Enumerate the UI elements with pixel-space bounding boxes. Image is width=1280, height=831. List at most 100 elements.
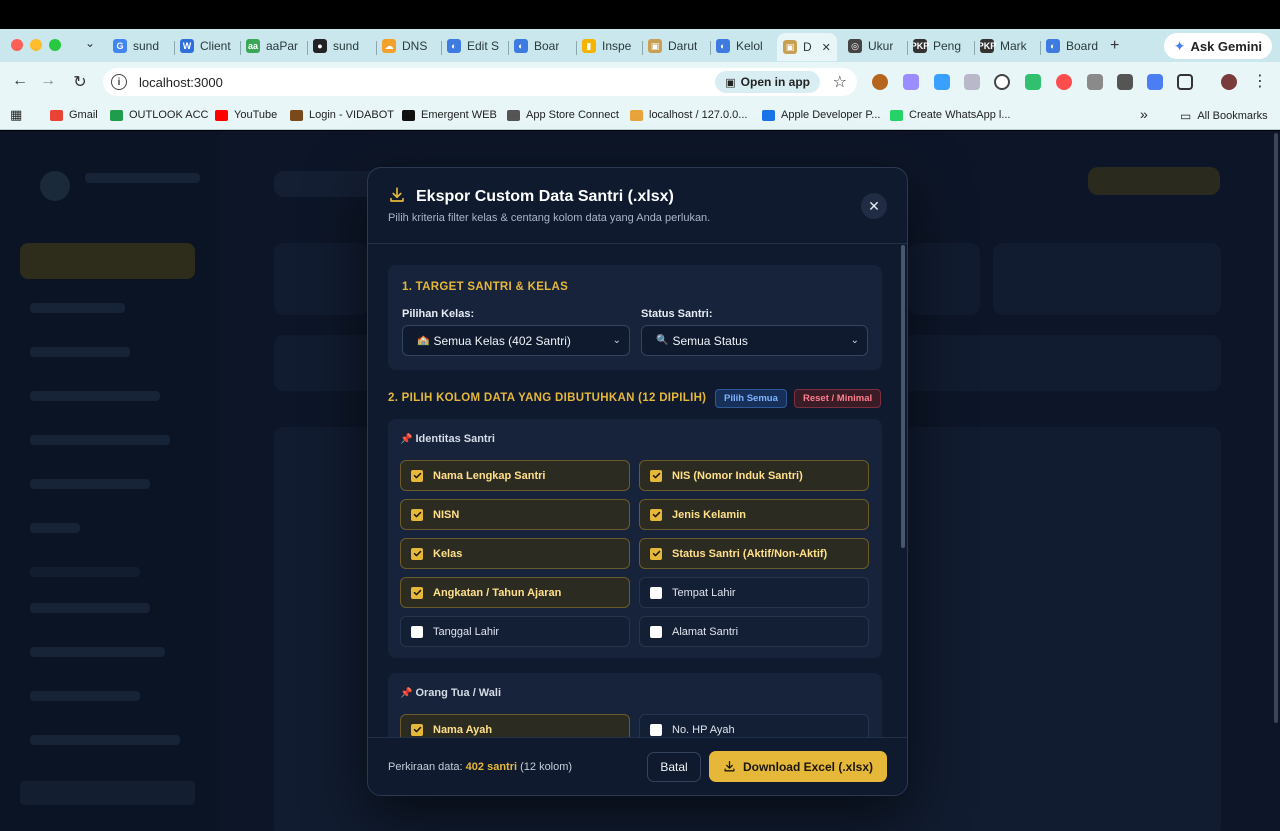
column-option[interactable]: Angkatan / Tahun Ajaran xyxy=(400,577,630,608)
bookmark-item[interactable]: localhost / 127.0.0... xyxy=(630,109,747,121)
extension-icon[interactable] xyxy=(934,74,950,90)
close-icon[interactable]: ✕ xyxy=(861,193,887,219)
forward-arrow-icon[interactable]: → xyxy=(38,72,58,90)
sidebar-item[interactable] xyxy=(30,435,170,445)
checkbox-checked-icon[interactable] xyxy=(650,508,662,521)
tab-0[interactable]: Gsund xyxy=(113,34,159,58)
all-bookmarks-button[interactable]: ▭ All Bookmarks xyxy=(1180,109,1268,123)
bookmark-item[interactable]: Emergent WEB xyxy=(402,109,497,121)
checkbox-checked-icon[interactable] xyxy=(411,508,423,521)
checkbox-checked-icon[interactable] xyxy=(650,547,662,560)
new-tab-button[interactable]: + xyxy=(1110,34,1119,58)
extension-icon[interactable] xyxy=(1147,74,1163,90)
tab-1[interactable]: W Client xyxy=(180,34,231,58)
open-in-app-button[interactable]: ▣ Open in app xyxy=(715,71,820,93)
column-option[interactable]: Status Santri (Aktif/Non-Aktif) xyxy=(639,538,869,569)
reload-icon[interactable]: ↻ xyxy=(70,72,90,92)
tab-13[interactable]: PKP Mark xyxy=(980,34,1027,58)
extension-icon[interactable] xyxy=(1025,74,1041,90)
tab-5[interactable]: ◐ Edit S xyxy=(447,34,499,58)
tab-search-chevron-icon[interactable]: ⌄ xyxy=(80,36,100,50)
checkbox-checked-icon[interactable] xyxy=(650,469,662,482)
class-select[interactable]: 🏫 Semua Kelas (402 Santri) ⌄ xyxy=(402,325,630,356)
tab-10[interactable]: ▣ D ✕ xyxy=(777,33,837,61)
bookmark-item[interactable]: App Store Connect xyxy=(507,109,619,121)
extension-icon[interactable] xyxy=(903,74,919,90)
sidebar-item-active[interactable] xyxy=(20,243,195,279)
puzzle-extensions-icon[interactable] xyxy=(1177,74,1193,90)
bookmark-item[interactable]: Login - VIDABOT xyxy=(290,109,394,121)
tab-8[interactable]: ▣ Darut xyxy=(648,34,697,58)
bookmark-item[interactable]: YouTube xyxy=(215,109,277,121)
bookmark-item[interactable]: Apple Developer P... xyxy=(762,109,880,121)
close-window-button[interactable] xyxy=(11,39,23,51)
column-option[interactable]: Alamat Santri xyxy=(639,616,869,647)
checkbox-checked-icon[interactable] xyxy=(411,547,423,560)
select-all-button[interactable]: Pilih Semua xyxy=(715,389,787,408)
extension-icon[interactable] xyxy=(1056,74,1072,90)
tab-4[interactable]: ☁ DNS xyxy=(382,34,427,58)
sidebar-item[interactable] xyxy=(30,735,180,745)
site-info-icon[interactable]: i xyxy=(111,74,127,90)
maximize-window-button[interactable] xyxy=(49,39,61,51)
ask-gemini-button[interactable]: ✦ Ask Gemini xyxy=(1163,33,1272,59)
cancel-button[interactable]: Batal xyxy=(647,752,701,782)
column-option[interactable]: Tanggal Lahir xyxy=(400,616,630,647)
reset-button[interactable]: Reset / Minimal xyxy=(794,389,882,408)
column-option[interactable]: Tempat Lahir xyxy=(639,577,869,608)
column-option[interactable]: Nama Lengkap Santri xyxy=(400,460,630,491)
sidebar-item[interactable] xyxy=(30,347,130,357)
tab-12[interactable]: PKP Peng xyxy=(913,34,961,58)
extension-icon[interactable] xyxy=(1117,74,1133,90)
sidebar-item[interactable] xyxy=(30,391,160,401)
sidebar-item[interactable] xyxy=(30,603,150,613)
close-tab-icon[interactable]: ✕ xyxy=(822,41,831,54)
shield-extension-icon[interactable] xyxy=(964,74,980,90)
column-option[interactable]: Jenis Kelamin xyxy=(639,499,869,530)
cookie-extension-icon[interactable] xyxy=(872,74,888,90)
url-text[interactable]: localhost:3000 xyxy=(139,75,223,90)
checkbox-checked-icon[interactable] xyxy=(411,723,423,736)
modal-scrollbar[interactable] xyxy=(901,245,905,548)
bookmark-star-icon[interactable]: ☆ xyxy=(833,72,847,92)
bookmark-item[interactable]: Gmail xyxy=(50,109,98,121)
page-scrollbar[interactable] xyxy=(1274,133,1278,723)
column-option[interactable]: NIS (Nomor Induk Santri) xyxy=(639,460,869,491)
column-option[interactable]: Nama Ayah xyxy=(400,714,630,738)
extension-icon[interactable] xyxy=(1087,74,1103,90)
column-option[interactable]: NISN xyxy=(400,499,630,530)
checkbox-checked-icon[interactable] xyxy=(411,469,423,482)
status-select[interactable]: 🔍 Semua Status ⌄ xyxy=(641,325,868,356)
tab-11[interactable]: ◎ Ukur xyxy=(848,34,893,58)
tab-14[interactable]: ◐ Board xyxy=(1046,34,1098,58)
checkbox-unchecked-icon[interactable] xyxy=(650,723,662,736)
checkbox-unchecked-icon[interactable] xyxy=(650,586,662,599)
column-option[interactable]: Kelas xyxy=(400,538,630,569)
bookmark-item[interactable]: OUTLOOK ACC xyxy=(110,109,208,121)
sidebar-item[interactable] xyxy=(30,647,165,657)
tab-3[interactable]: ● sund xyxy=(313,34,359,58)
checkbox-checked-icon[interactable] xyxy=(411,586,423,599)
bookmarks-overflow-button[interactable]: » xyxy=(1140,106,1148,122)
checkbox-unchecked-icon[interactable] xyxy=(411,625,423,638)
extension-icon[interactable] xyxy=(994,74,1010,90)
bookmark-item[interactable]: Create WhatsApp l... xyxy=(890,109,1011,121)
sidebar-item[interactable] xyxy=(30,303,125,313)
omnibox[interactable]: i localhost:3000 ▣ Open in app ☆ xyxy=(103,68,857,96)
sidebar-item[interactable] xyxy=(30,479,150,489)
column-option[interactable]: No. HP Ayah xyxy=(639,714,869,738)
avatar[interactable] xyxy=(1221,74,1237,90)
tab-9[interactable]: ◐ Kelol xyxy=(716,34,763,58)
checkbox-unchecked-icon[interactable] xyxy=(650,625,662,638)
apps-grid-icon[interactable]: ▦ xyxy=(10,107,22,123)
sidebar-item[interactable] xyxy=(30,523,80,533)
tab-2[interactable]: aa aaPar xyxy=(246,34,298,58)
sidebar-item[interactable] xyxy=(30,691,140,701)
minimize-window-button[interactable] xyxy=(30,39,42,51)
back-arrow-icon[interactable]: ← xyxy=(10,72,30,90)
kebab-menu-icon[interactable]: ⋮ xyxy=(1250,71,1270,91)
header-action-button[interactable] xyxy=(1088,167,1220,195)
download-excel-button[interactable]: Download Excel (.xlsx) xyxy=(709,751,887,782)
tab-7[interactable]: ▮ Inspe xyxy=(582,34,631,58)
tab-6[interactable]: ◐ Boar xyxy=(514,34,559,58)
